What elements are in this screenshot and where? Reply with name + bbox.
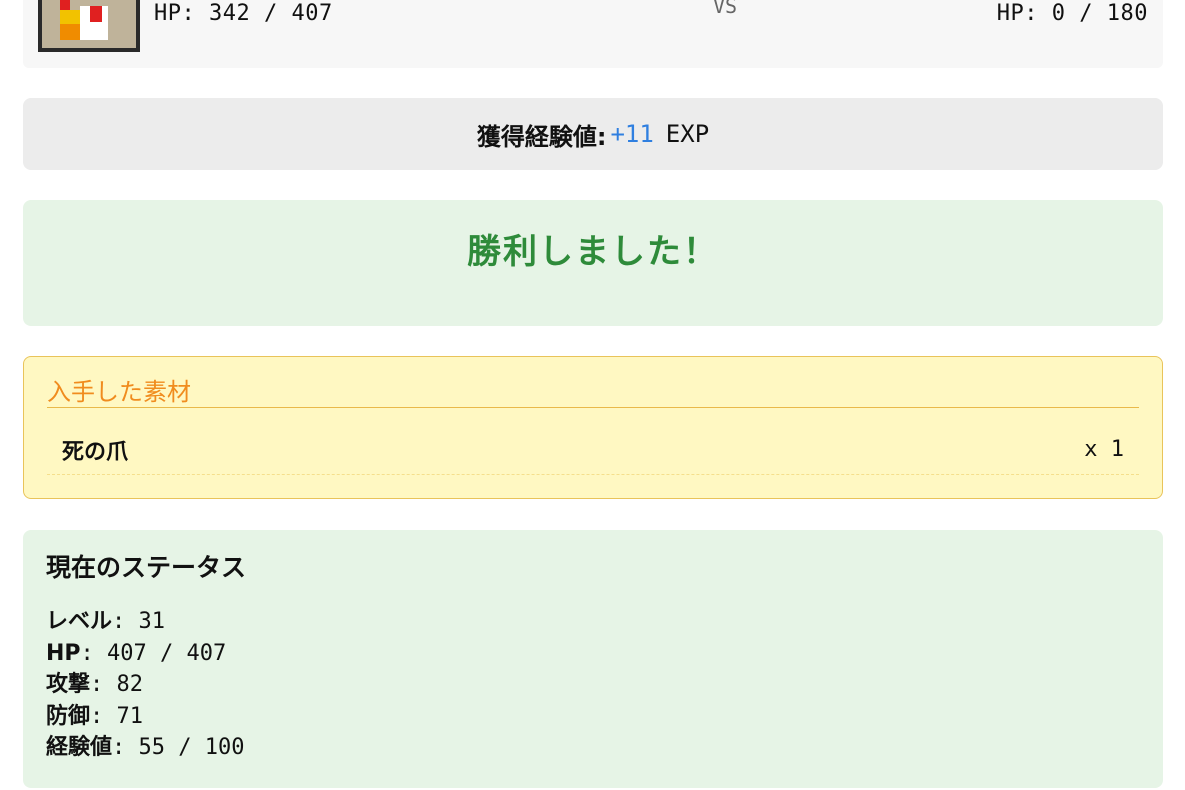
- status-level: レベル: 31: [46, 606, 244, 638]
- status-defense: 防御: 71: [46, 701, 244, 733]
- exp-unit: EXP: [665, 120, 710, 148]
- sprite-pixel: [60, 0, 70, 10]
- status-key: 経験値: [46, 735, 113, 760]
- status-exp: 経験値: 55 / 100: [46, 732, 244, 764]
- status-value: : 407 / 407: [80, 640, 227, 666]
- player-hp: HP: 342 / 407: [154, 1, 333, 26]
- battle-header: HP: 342 / 407 VS HP: 0 / 180: [23, 0, 1163, 68]
- exp-label: 獲得経験値:: [476, 122, 607, 151]
- enemy-hp: HP: 0 / 180: [996, 1, 1148, 26]
- sprite-pixel: [60, 10, 80, 24]
- status-key: 防御: [46, 703, 91, 729]
- materials-title: 入手した素材: [47, 375, 1139, 408]
- status-value: : 82: [90, 672, 143, 697]
- vs-label: VS: [713, 0, 738, 18]
- sprite-pixel: [90, 6, 102, 22]
- material-name: 死の爪: [62, 439, 129, 465]
- status-value: : 55 / 100: [112, 735, 245, 760]
- status-list: レベル: 31 HP: 407 / 407 攻撃: 82 防御: 71 経験値:…: [46, 606, 244, 764]
- material-item: 死の爪 x 1: [47, 429, 1139, 475]
- status-attack: 攻撃: 82: [46, 669, 244, 701]
- status-key: HP: [46, 640, 81, 666]
- sprite-frame: [42, 0, 136, 48]
- status-panel: 現在のステータス レベル: 31 HP: 407 / 407 攻撃: 82 防御…: [23, 530, 1163, 788]
- exp-gained-panel: 獲得経験値: +11 EXP: [23, 98, 1163, 170]
- sprite-pixel: [60, 24, 80, 40]
- materials-panel: 入手した素材 死の爪 x 1: [23, 356, 1163, 499]
- player-sprite-icon: [38, 0, 140, 52]
- status-key: レベル: [46, 609, 113, 634]
- victory-message: 勝利しました！: [467, 232, 719, 272]
- victory-panel: 勝利しました！: [23, 200, 1163, 326]
- material-quantity: x 1: [1084, 437, 1124, 462]
- status-value: : 71: [90, 703, 143, 729]
- status-value: : 31: [112, 609, 165, 634]
- exp-value: +11: [610, 120, 654, 148]
- battle-result-page: HP: 342 / 407 VS HP: 0 / 180 獲得経験値: +11 …: [0, 0, 1185, 790]
- status-title: 現在のステータス: [46, 553, 247, 582]
- status-key: 攻撃: [46, 672, 91, 697]
- status-hp: HP: 407 / 407: [46, 638, 244, 670]
